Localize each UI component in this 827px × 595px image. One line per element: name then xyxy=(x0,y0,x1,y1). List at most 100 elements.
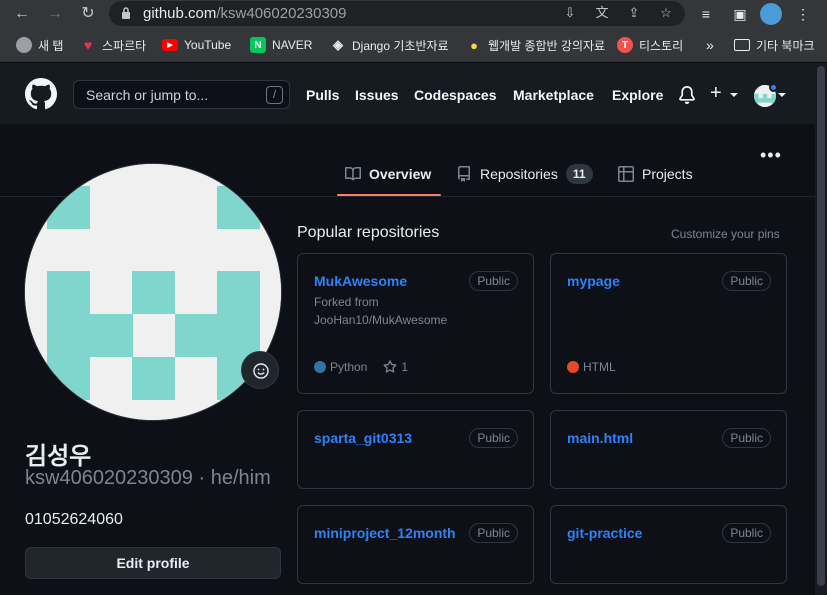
youtube-icon: ▶ xyxy=(162,39,178,51)
bookmark-new-tab[interactable]: 새 탭 xyxy=(16,36,63,54)
visibility-badge: Public xyxy=(469,428,518,448)
tab-repositories[interactable]: Repositories 11 xyxy=(456,163,593,185)
star-count: 1 xyxy=(401,360,409,374)
tab-label: Projects xyxy=(642,166,693,182)
back-icon[interactable]: ← xyxy=(12,4,32,24)
nav-marketplace[interactable]: Marketplace xyxy=(513,87,594,103)
visibility-badge: Public xyxy=(722,523,771,543)
active-tab-underline xyxy=(337,194,441,196)
menu-icon[interactable]: ⋮ xyxy=(793,4,813,24)
bookmark-label: 웹개발 종합반 강의자료 xyxy=(488,38,606,53)
repo-meta: HTML xyxy=(567,360,616,374)
bookmark-webdev[interactable]: ● 웹개발 종합반 강의자료 xyxy=(466,36,605,54)
language-color-dot xyxy=(314,361,326,373)
github-logo-icon[interactable] xyxy=(25,78,57,110)
nav-issues[interactable]: Issues xyxy=(355,87,399,103)
bookmark-youtube[interactable]: ▶ YouTube xyxy=(162,36,231,54)
bookmark-tistory[interactable]: T 티스토리 xyxy=(617,36,683,54)
nav-codespaces[interactable]: Codespaces xyxy=(414,87,496,103)
tab-projects[interactable]: Projects xyxy=(618,163,693,185)
repo-link[interactable]: git-practice xyxy=(567,525,642,541)
bookmark-django[interactable]: ◈ Django 기초반자료 xyxy=(330,36,449,54)
repo-meta: Python 1 xyxy=(314,360,408,374)
visibility-badge: Public xyxy=(469,271,518,291)
repo-link[interactable]: mypage xyxy=(567,273,620,289)
create-new-caret-icon[interactable] xyxy=(730,93,738,97)
bookmark-label: 새 탭 xyxy=(38,38,64,53)
bookmark-naver[interactable]: N NAVER xyxy=(250,36,312,54)
bookmark-label: 티스토리 xyxy=(639,38,684,53)
table-icon xyxy=(618,166,634,182)
nav-explore[interactable]: Explore xyxy=(612,87,663,103)
search-input[interactable]: Search or jump to... / xyxy=(73,80,290,109)
nav-pulls[interactable]: Pulls xyxy=(306,87,339,103)
profile-icon[interactable] xyxy=(760,3,782,25)
bookmarks-bar: 새 탭 ♥ 스파르타 ▶ YouTube N NAVER ◈ Django 기초… xyxy=(0,28,827,62)
bookmark-label: 스파르타 xyxy=(102,38,147,53)
install-icon[interactable]: ⇩ xyxy=(561,4,579,22)
repo-card: git-practice Public xyxy=(550,505,787,584)
visibility-badge: Public xyxy=(469,523,518,543)
lock-icon xyxy=(122,7,130,19)
stargazers-link[interactable]: 1 xyxy=(383,360,408,374)
repo-link[interactable]: miniproject_12month xyxy=(314,525,456,541)
customize-pins-link[interactable]: Customize your pins xyxy=(671,227,780,241)
profile-bio: 01052624060 xyxy=(25,511,123,528)
profile-name: 김성우 xyxy=(25,443,92,470)
repo-link[interactable]: main.html xyxy=(567,430,633,446)
browser-toolbar: ← → ↻ github.com/ksw406020230309 ⇩ 文 ⇪ ☆… xyxy=(0,0,827,28)
popular-repos-heading: Popular repositories xyxy=(297,224,440,241)
heart-icon: ♥ xyxy=(83,37,93,53)
scrollbar-thumb[interactable] xyxy=(817,66,825,586)
search-shortcut-key: / xyxy=(266,86,283,104)
media-icon[interactable]: ≡ xyxy=(696,4,716,24)
visibility-badge: Public xyxy=(722,428,771,448)
tab-label: Overview xyxy=(369,166,432,182)
repo-link[interactable]: MukAwesome xyxy=(314,273,407,289)
naver-icon: N xyxy=(250,37,266,53)
address-bar[interactable]: github.com/ksw406020230309 ⇩ 文 ⇪ ☆ xyxy=(109,1,685,26)
tab-overview[interactable]: Overview xyxy=(345,163,431,185)
edit-profile-button[interactable]: Edit profile xyxy=(25,547,281,579)
share-icon[interactable]: ⇪ xyxy=(625,4,643,22)
repo-link[interactable]: sparta_git0313 xyxy=(314,430,412,446)
repo-card: mypage Public HTML xyxy=(550,253,787,394)
repo-language: HTML xyxy=(583,360,616,374)
star-icon xyxy=(383,360,397,373)
smiley-icon xyxy=(253,363,269,379)
bookmark-label: YouTube xyxy=(184,38,232,52)
status-dot xyxy=(769,83,778,92)
bookmark-sparta[interactable]: ♥ 스파르타 xyxy=(80,36,146,54)
visibility-badge: Public xyxy=(722,271,771,291)
tag-icon: ◈ xyxy=(333,37,343,52)
github-header: Search or jump to... / Pulls Issues Code… xyxy=(0,63,827,124)
language-color-dot xyxy=(567,361,579,373)
more-bookmarks-icon[interactable]: » xyxy=(706,36,714,54)
repo-icon xyxy=(458,166,470,182)
globe-icon xyxy=(16,37,32,53)
repo-count-badge: 11 xyxy=(565,164,593,184)
translate-icon[interactable]: 文 xyxy=(593,4,611,22)
book-icon xyxy=(345,166,361,181)
side-panel-icon[interactable]: ▣ xyxy=(730,4,750,24)
reload-icon[interactable]: ↻ xyxy=(78,4,98,24)
forward-icon[interactable]: → xyxy=(45,4,65,24)
bookmark-star-icon[interactable]: ☆ xyxy=(657,4,675,22)
bulb-icon: ● xyxy=(470,37,478,53)
search-placeholder: Search or jump to... xyxy=(86,87,209,103)
avatar-caret-icon[interactable] xyxy=(778,93,786,97)
bookmark-other-folder[interactable]: 기타 북마크 xyxy=(734,36,815,54)
fork-source: Forked from JooHan10/MukAwesome xyxy=(314,293,447,329)
create-new-plus-icon[interactable]: + xyxy=(710,82,722,104)
bookmark-label: 기타 북마크 xyxy=(756,38,815,53)
more-options-icon[interactable]: ••• xyxy=(760,146,782,164)
repo-language: Python xyxy=(330,360,368,374)
set-status-button[interactable] xyxy=(241,351,279,389)
profile-login: ksw406020230309 · he/him xyxy=(25,467,271,489)
tab-label: Repositories xyxy=(480,166,558,182)
bookmark-label: Django 기초반자료 xyxy=(352,38,449,53)
notifications-bell-icon[interactable] xyxy=(678,86,696,104)
tistory-icon: T xyxy=(617,37,633,53)
repo-card: sparta_git0313 Public xyxy=(297,410,534,489)
fork-source-link[interactable]: JooHan10/MukAwesome xyxy=(314,311,447,329)
